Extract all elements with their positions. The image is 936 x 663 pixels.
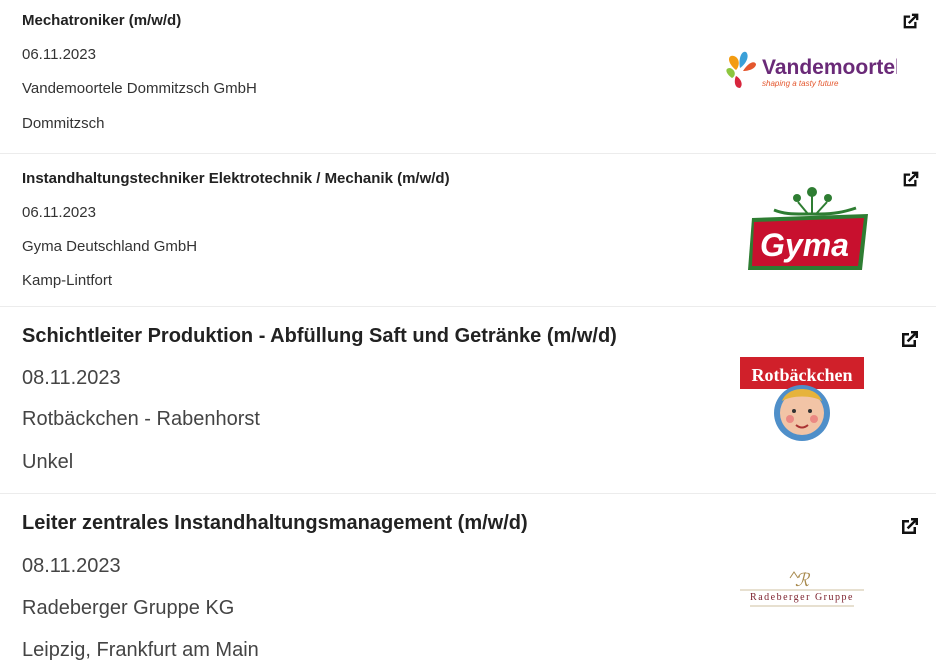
logo-wordmark: Radeberger Gruppe	[750, 592, 854, 603]
job-location: Leipzig, Frankfurt am Main	[22, 639, 259, 661]
external-link-icon[interactable]	[898, 327, 922, 351]
job-company: Vandemoortele Dommitzsch GmbH	[22, 80, 257, 97]
logo-wordmark: Gyma	[760, 227, 849, 263]
logo-tagline: shaping a tasty future	[762, 79, 839, 88]
external-link-icon[interactable]	[900, 10, 922, 32]
job-listing[interactable]: Leiter zentrales Instandhaltungsmanageme…	[0, 494, 936, 663]
job-title[interactable]: Leiter zentrales Instandhaltungsmanageme…	[22, 512, 528, 535]
job-listing[interactable]: Instandhaltungstechniker Elektrotechnik …	[0, 154, 936, 304]
job-date: 06.11.2023	[22, 46, 96, 63]
job-date: 08.11.2023	[22, 555, 121, 577]
job-date: 08.11.2023	[22, 367, 121, 389]
company-logo: ℛ Radeberger Gruppe	[720, 566, 884, 612]
job-company: Gyma Deutschland GmbH	[22, 238, 198, 255]
company-logo: Rotbäckchen	[740, 357, 864, 443]
job-company: Radeberger Gruppe KG	[22, 597, 235, 619]
external-link-icon[interactable]	[898, 514, 922, 538]
job-title[interactable]: Schichtleiter Produktion - Abfüllung Saf…	[22, 325, 617, 348]
job-title[interactable]: Instandhaltungstechniker Elektrotechnik …	[22, 170, 450, 187]
company-logo: Vandemoortele shaping a tasty future	[722, 48, 913, 96]
job-location: Dommitzsch	[22, 115, 105, 132]
logo-wordmark: Rotbäckchen	[751, 365, 852, 385]
job-location: Kamp-Lintfort	[22, 272, 113, 289]
svg-text:ℛ: ℛ	[795, 570, 811, 590]
job-listing[interactable]: Mechatroniker (m/w/d) 06.11.2023 Vandemo…	[0, 0, 936, 152]
job-date: 06.11.2023	[22, 204, 96, 221]
external-link-icon[interactable]	[900, 168, 922, 190]
logo-wordmark: Vandemoortele	[762, 56, 897, 79]
job-title[interactable]: Mechatroniker (m/w/d)	[22, 12, 181, 29]
job-location: Unkel	[22, 451, 74, 473]
company-logo: Gyma	[744, 184, 874, 272]
job-listing[interactable]: Schichtleiter Produktion - Abfüllung Saf…	[0, 307, 936, 492]
job-company: Rotbäckchen - Rabenhorst	[22, 408, 260, 430]
